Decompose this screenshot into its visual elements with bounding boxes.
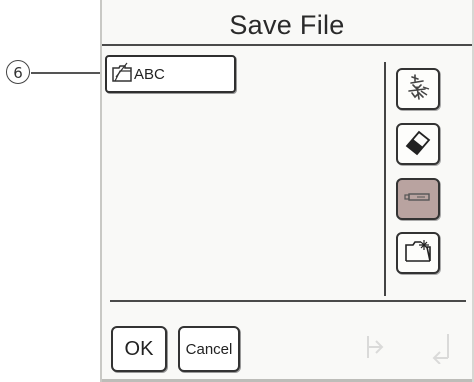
footer-divider [110, 300, 466, 302]
vertical-divider [384, 62, 386, 296]
folder-item-abc[interactable]: ABC [105, 55, 236, 93]
usb-media-button[interactable] [396, 178, 440, 220]
new-folder-button[interactable] [396, 232, 440, 274]
arrow-right-icon [432, 330, 454, 365]
eraser-icon [403, 128, 433, 161]
folder-icon [111, 61, 133, 88]
new-folder-icon [403, 237, 433, 270]
folder-label: ABC [134, 65, 165, 83]
title-divider [102, 44, 472, 46]
pattern-button[interactable] [396, 68, 440, 110]
callout-number: 6 [6, 60, 30, 84]
cancel-button[interactable]: Cancel [178, 326, 240, 372]
decorative-pattern-icon [403, 73, 433, 106]
usb-media-icon [403, 183, 433, 216]
eraser-button[interactable] [396, 123, 440, 165]
callout-line [31, 72, 102, 74]
save-file-screen: Save File ABC OK Cancel [100, 0, 474, 382]
ok-button[interactable]: OK [111, 326, 167, 372]
arrow-left-icon [364, 330, 386, 364]
page-title: Save File [229, 10, 345, 40]
